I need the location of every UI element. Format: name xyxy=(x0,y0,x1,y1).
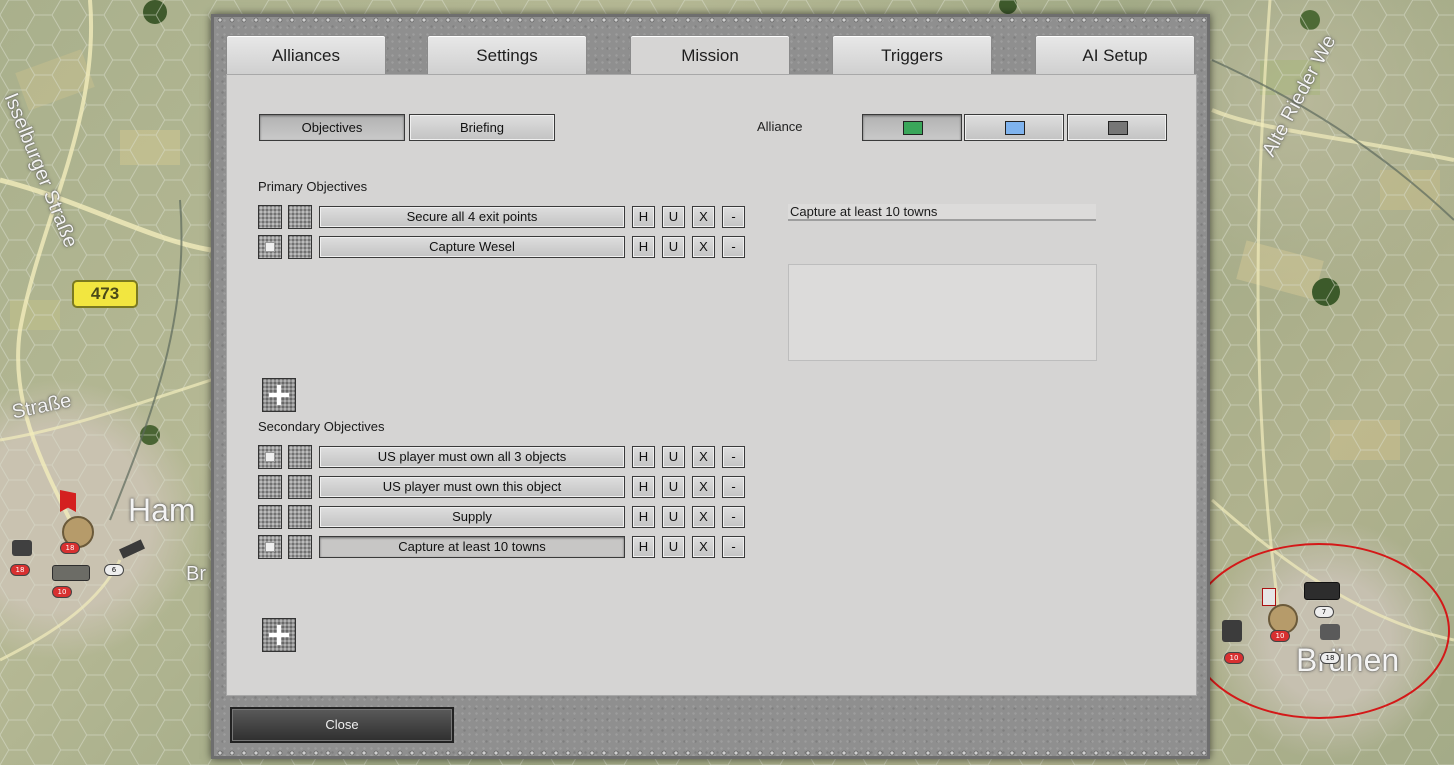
objective-title-input[interactable]: Capture at least 10 towns xyxy=(788,204,1096,221)
objective-x-button[interactable]: X xyxy=(692,506,715,528)
alliance-color-swatch xyxy=(1108,121,1128,135)
objectives-tab-button[interactable]: Objectives xyxy=(259,114,405,141)
objective-u-button[interactable]: U xyxy=(662,536,685,558)
objective-remove-button[interactable]: - xyxy=(722,536,745,558)
primary-objectives-heading: Primary Objectives xyxy=(258,179,368,194)
objective-type-icon[interactable] xyxy=(288,205,312,229)
alliance-color-swatch xyxy=(903,121,923,135)
alliance-color-swatch xyxy=(1005,121,1025,135)
objective-row: Capture Wesel H U X - xyxy=(258,235,748,259)
objective-type-icon[interactable] xyxy=(288,535,312,559)
infantry-unit-icon[interactable] xyxy=(12,540,32,556)
objective-h-button[interactable]: H xyxy=(632,206,655,228)
objective-type-icon[interactable] xyxy=(288,445,312,469)
objective-row: Capture at least 10 towns H U X - xyxy=(258,535,748,559)
secondary-objectives-heading: Secondary Objectives xyxy=(258,419,385,434)
objective-u-button[interactable]: U xyxy=(662,206,685,228)
close-button[interactable]: Close xyxy=(230,707,454,743)
alliance-green-button[interactable] xyxy=(862,114,962,141)
objective-name-button[interactable]: US player must own all 3 objects xyxy=(319,446,625,468)
frame-rivets xyxy=(214,17,1207,23)
plus-icon xyxy=(277,625,281,645)
checkbox-check-mark xyxy=(265,542,275,552)
objective-type-icon[interactable] xyxy=(288,475,312,499)
objective-checkbox[interactable] xyxy=(258,205,282,229)
plus-icon xyxy=(277,385,281,405)
objective-h-button[interactable]: H xyxy=(632,536,655,558)
tank-unit-icon[interactable] xyxy=(52,565,90,581)
objective-checkbox[interactable] xyxy=(258,475,282,499)
objective-h-button[interactable]: H xyxy=(632,476,655,498)
objective-checkbox[interactable] xyxy=(258,235,282,259)
objective-row: US player must own this object H U X - xyxy=(258,475,748,499)
objective-h-button[interactable]: H xyxy=(632,446,655,468)
objective-x-button[interactable]: X xyxy=(692,536,715,558)
tab-triggers[interactable]: Triggers xyxy=(832,35,992,75)
frame-rivets xyxy=(214,750,1207,756)
objective-name-button[interactable]: Capture at least 10 towns xyxy=(319,536,625,558)
map-town-label: Ham xyxy=(128,492,196,528)
objective-remove-button[interactable]: - xyxy=(722,206,745,228)
objective-h-button[interactable]: H xyxy=(632,236,655,258)
objective-row: US player must own all 3 objects H U X - xyxy=(258,445,748,469)
objective-type-icon[interactable] xyxy=(288,505,312,529)
objective-x-button[interactable]: X xyxy=(692,446,715,468)
objective-x-button[interactable]: X xyxy=(692,206,715,228)
objective-name-button[interactable]: Supply xyxy=(319,506,625,528)
tab-alliances[interactable]: Alliances xyxy=(226,35,386,75)
alliance-label: Alliance xyxy=(757,119,803,134)
unit-strength-badge: 18 xyxy=(10,564,30,576)
tab-ai-setup[interactable]: AI Setup xyxy=(1035,35,1195,75)
objective-name-button[interactable]: US player must own this object xyxy=(319,476,625,498)
objective-remove-button[interactable]: - xyxy=(722,476,745,498)
checkbox-check-mark xyxy=(265,452,275,462)
add-secondary-objective-button[interactable] xyxy=(262,618,296,652)
objective-name-button[interactable]: Secure all 4 exit points xyxy=(319,206,625,228)
objective-row: Supply H U X - xyxy=(258,505,748,529)
map-town-label: Br xyxy=(186,563,206,585)
scenario-editor-dialog: Alliances Settings Mission Triggers AI S… xyxy=(211,14,1210,759)
highlight-ring xyxy=(1188,543,1450,719)
alliance-gray-button[interactable] xyxy=(1067,114,1167,141)
objective-type-icon[interactable] xyxy=(288,235,312,259)
briefing-tab-button[interactable]: Briefing xyxy=(409,114,555,141)
add-primary-objective-button[interactable] xyxy=(262,378,296,412)
objective-checkbox[interactable] xyxy=(258,505,282,529)
unit-strength-badge: 6 xyxy=(104,564,124,576)
objective-checkbox[interactable] xyxy=(258,535,282,559)
objective-x-button[interactable]: X xyxy=(692,476,715,498)
unit-strength-badge: 10 xyxy=(52,586,72,598)
objective-remove-button[interactable]: - xyxy=(722,446,745,468)
objective-checkbox[interactable] xyxy=(258,445,282,469)
objective-u-button[interactable]: U xyxy=(662,236,685,258)
objective-x-button[interactable]: X xyxy=(692,236,715,258)
objective-row: Secure all 4 exit points H U X - xyxy=(258,205,748,229)
objective-u-button[interactable]: U xyxy=(662,476,685,498)
road-number-sign: 473 xyxy=(72,280,138,308)
tab-mission[interactable]: Mission xyxy=(630,35,790,78)
objective-remove-button[interactable]: - xyxy=(722,236,745,258)
mission-panel: Objectives Briefing Alliance Primary Obj… xyxy=(226,74,1197,696)
unit-strength-badge: 18 xyxy=(60,542,80,554)
objective-name-button[interactable]: Capture Wesel xyxy=(319,236,625,258)
objective-u-button[interactable]: U xyxy=(662,506,685,528)
objective-u-button[interactable]: U xyxy=(662,446,685,468)
tab-settings[interactable]: Settings xyxy=(427,35,587,75)
alliance-blue-button[interactable] xyxy=(964,114,1064,141)
objective-description-textarea[interactable] xyxy=(788,264,1097,361)
checkbox-check-mark xyxy=(265,242,275,252)
objective-h-button[interactable]: H xyxy=(632,506,655,528)
objective-remove-button[interactable]: - xyxy=(722,506,745,528)
